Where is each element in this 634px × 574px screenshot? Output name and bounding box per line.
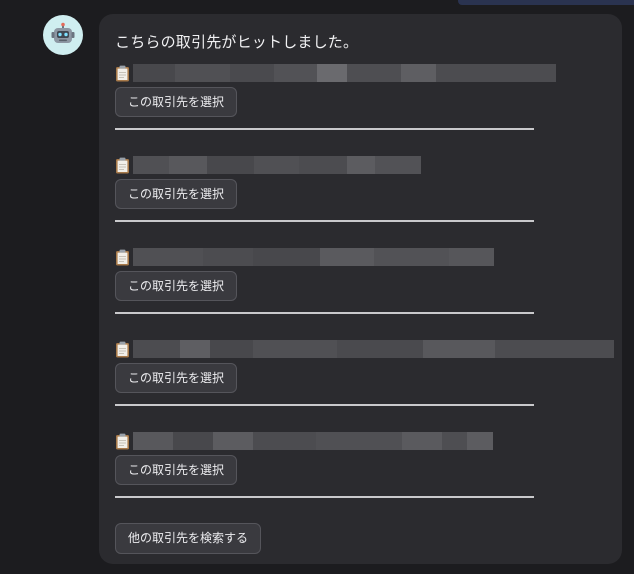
- clipboard-icon: [116, 157, 129, 173]
- select-account-button[interactable]: この取引先を選択: [115, 179, 238, 209]
- message-text: こちらの取引先がヒットしました。: [115, 33, 359, 51]
- account-name-row: [115, 432, 493, 450]
- robot-icon: [51, 22, 75, 43]
- select-account-button[interactable]: この取引先を選択: [115, 363, 238, 393]
- select-account-button[interactable]: この取引先を選択: [115, 271, 238, 301]
- separator-line: [115, 220, 534, 222]
- clipboard-icon: [116, 341, 129, 357]
- clipboard-icon: [116, 249, 129, 265]
- redacted-account-name: [133, 432, 493, 450]
- bot-avatar: [43, 15, 83, 55]
- account-name-row: [115, 340, 614, 358]
- separator-line: [115, 312, 534, 314]
- select-account-button[interactable]: この取引先を選択: [115, 455, 238, 485]
- top-accent-bar: [458, 0, 634, 5]
- search-other-accounts-button[interactable]: 他の取引先を検索する: [115, 523, 262, 554]
- account-name-row: [115, 156, 421, 174]
- account-name-row: [115, 64, 556, 82]
- redacted-account-name: [133, 340, 614, 358]
- clipboard-icon: [116, 433, 129, 449]
- clipboard-icon: [116, 65, 129, 81]
- separator-line: [115, 496, 534, 498]
- redacted-account-name: [133, 156, 421, 174]
- redacted-account-name: [133, 64, 556, 82]
- bot-message-bubble: こちらの取引先がヒットしました。 この取引先を選択 この取引先を選択 この取引先…: [99, 14, 622, 564]
- select-account-button[interactable]: この取引先を選択: [115, 87, 238, 117]
- account-name-row: [115, 248, 494, 266]
- separator-line: [115, 404, 534, 406]
- redacted-account-name: [133, 248, 494, 266]
- separator-line: [115, 128, 534, 130]
